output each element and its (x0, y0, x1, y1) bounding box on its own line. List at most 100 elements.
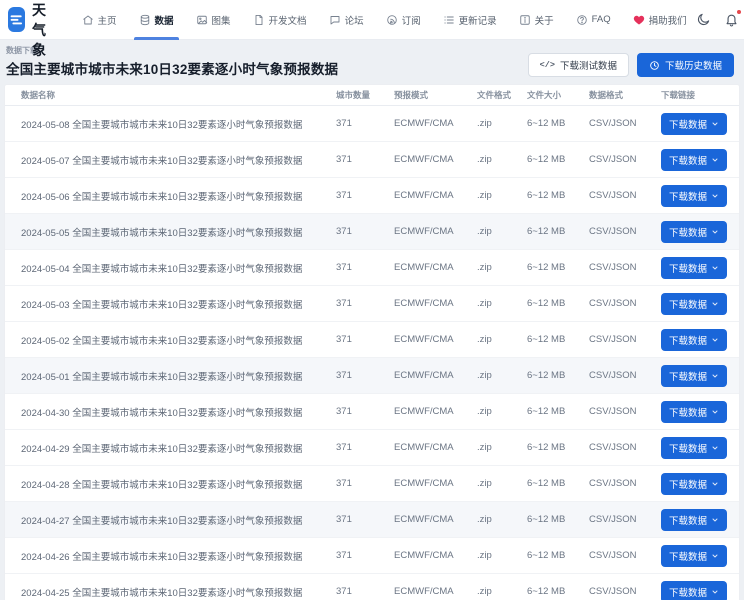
download-data-button[interactable]: 下载数据 (661, 185, 727, 207)
cell-download: 下载数据 (661, 581, 735, 600)
cell-city-count: 371 (336, 190, 394, 201)
cell-file-format: .zip (477, 442, 527, 453)
cell-file-format: .zip (477, 406, 527, 417)
download-data-button[interactable]: 下载数据 (661, 149, 727, 171)
download-history-data-button[interactable]: 下载历史数据 (637, 53, 734, 77)
cell-data-name: 2024-04-28 全国主要城市城市未来10日32要素逐小时气象预报数据 (21, 477, 336, 491)
cell-city-count: 371 (336, 226, 394, 237)
cell-model: ECMWF/CMA (394, 334, 477, 345)
cell-data-name: 2024-05-03 全国主要城市城市未来10日32要素逐小时气象预报数据 (21, 297, 336, 311)
nav-item-subscribe[interactable]: 订阅 (377, 0, 430, 40)
table-row: 2024-05-02 全国主要城市城市未来10日32要素逐小时气象预报数据371… (5, 322, 739, 358)
table-row: 2024-04-27 全国主要城市城市未来10日32要素逐小时气象预报数据371… (5, 502, 739, 538)
cell-file-format: .zip (477, 514, 527, 525)
table-row: 2024-04-26 全国主要城市城市未来10日32要素逐小时气象预报数据371… (5, 538, 739, 574)
cell-file-size: 6~12 MB (527, 262, 589, 273)
cell-model: ECMWF/CMA (394, 514, 477, 525)
chevron-down-icon (711, 336, 719, 344)
chevron-down-icon (711, 228, 719, 236)
nav-item-label: 更新记录 (459, 13, 497, 27)
nav-item-home[interactable]: 主页 (73, 0, 126, 40)
download-data-button[interactable]: 下载数据 (661, 473, 727, 495)
cell-model: ECMWF/CMA (394, 262, 477, 273)
cell-data-format: CSV/JSON (589, 298, 661, 309)
cell-data-format: CSV/JSON (589, 370, 661, 381)
cell-file-size: 6~12 MB (527, 514, 589, 525)
breadcrumb: 数据下载 (6, 45, 338, 56)
nav-item-data[interactable]: 数据 (130, 0, 183, 40)
cell-file-format: .zip (477, 226, 527, 237)
cell-data-format: CSV/JSON (589, 262, 661, 273)
cell-file-size: 6~12 MB (527, 406, 589, 417)
table-row: 2024-05-07 全国主要城市城市未来10日32要素逐小时气象预报数据371… (5, 142, 739, 178)
download-data-button[interactable]: 下载数据 (661, 257, 727, 279)
cell-data-name: 2024-04-25 全国主要城市城市未来10日32要素逐小时气象预报数据 (21, 585, 336, 599)
download-button-label: 下载数据 (669, 549, 707, 563)
download-button-label: 下载数据 (669, 153, 707, 167)
nav-item-label: 捐助我们 (649, 13, 687, 27)
download-data-button[interactable]: 下载数据 (661, 509, 727, 531)
cell-data-name: 2024-05-07 全国主要城市城市未来10日32要素逐小时气象预报数据 (21, 153, 336, 167)
nav-item-donate[interactable]: 捐助我们 (624, 0, 696, 40)
cell-file-format: .zip (477, 118, 527, 129)
download-data-button[interactable]: 下载数据 (661, 221, 727, 243)
column-header: 下载链接 (661, 89, 735, 101)
column-header: 文件格式 (477, 89, 527, 101)
nav-item-about[interactable]: 关于 (510, 0, 563, 40)
cell-city-count: 371 (336, 154, 394, 165)
nav-item-forum[interactable]: 论坛 (320, 0, 373, 40)
download-button-label: 下载数据 (669, 189, 707, 203)
cell-data-name: 2024-05-04 全国主要城市城市未来10日32要素逐小时气象预报数据 (21, 261, 336, 275)
chevron-down-icon (711, 516, 719, 524)
download-data-button[interactable]: 下载数据 (661, 113, 727, 135)
download-button-label: 下载数据 (669, 333, 707, 347)
cell-download: 下载数据 (661, 473, 735, 495)
cell-data-format: CSV/JSON (589, 226, 661, 237)
cell-data-name: 2024-04-26 全国主要城市城市未来10日32要素逐小时气象预报数据 (21, 549, 336, 563)
download-data-button[interactable]: 下载数据 (661, 437, 727, 459)
cell-data-name: 2024-04-29 全国主要城市城市未来10日32要素逐小时气象预报数据 (21, 441, 336, 455)
subscribe-icon (386, 14, 398, 26)
download-data-button[interactable]: 下载数据 (661, 329, 727, 351)
cell-city-count: 371 (336, 406, 394, 417)
nav-item-devdocs[interactable]: 开发文档 (244, 0, 316, 40)
download-data-button[interactable]: 下载数据 (661, 581, 727, 600)
notifications-button[interactable] (724, 12, 739, 28)
cell-data-name: 2024-05-08 全国主要城市城市未来10日32要素逐小时气象预报数据 (21, 117, 336, 131)
cell-file-format: .zip (477, 154, 527, 165)
brand-logo[interactable]: 海天气象 (8, 0, 55, 60)
cell-city-count: 371 (336, 298, 394, 309)
nav-item-atlas[interactable]: 图集 (187, 0, 240, 40)
cell-file-size: 6~12 MB (527, 586, 589, 597)
nav-item-label: 主页 (98, 13, 117, 27)
nav-item-faq[interactable]: FAQ (567, 0, 620, 40)
download-data-button[interactable]: 下载数据 (661, 293, 727, 315)
cell-file-format: .zip (477, 298, 527, 309)
forum-icon (329, 14, 341, 26)
download-data-button[interactable]: 下载数据 (661, 545, 727, 567)
table-body: 2024-05-08 全国主要城市城市未来10日32要素逐小时气象预报数据 371… (5, 106, 739, 600)
download-data-button[interactable]: 下载数据 (661, 365, 727, 387)
dark-mode-toggle[interactable] (696, 12, 711, 28)
cell-city-count: 371 (336, 586, 394, 597)
cell-file-format: .zip (477, 370, 527, 381)
image-icon (196, 14, 208, 26)
cell-city-count: 371 (336, 478, 394, 489)
table-row: 2024-05-04 全国主要城市城市未来10日32要素逐小时气象预报数据371… (5, 250, 739, 286)
nav-item-changelog[interactable]: 更新记录 (434, 0, 506, 40)
cell-data-name: 2024-04-27 全国主要城市城市未来10日32要素逐小时气象预报数据 (21, 513, 336, 527)
cell-file-size: 6~12 MB (527, 550, 589, 561)
download-test-data-button[interactable]: </> 下载测试数据 (528, 53, 629, 77)
chevron-down-icon (711, 372, 719, 380)
code-icon: </> (540, 60, 555, 70)
cell-city-count: 371 (336, 262, 394, 273)
table-row: 2024-04-28 全国主要城市城市未来10日32要素逐小时气象预报数据371… (5, 466, 739, 502)
cell-model: ECMWF/CMA (394, 478, 477, 489)
cell-file-format: .zip (477, 478, 527, 489)
nav-items: 主页数据图集开发文档论坛订阅 更新记录关于FAQ 捐助我们 (73, 0, 696, 40)
download-data-button[interactable]: 下载数据 (661, 401, 727, 423)
cell-model: ECMWF/CMA (394, 586, 477, 597)
cell-data-format: CSV/JSON (589, 442, 661, 453)
cell-file-size: 6~12 MB (527, 154, 589, 165)
cell-file-size: 6~12 MB (527, 478, 589, 489)
